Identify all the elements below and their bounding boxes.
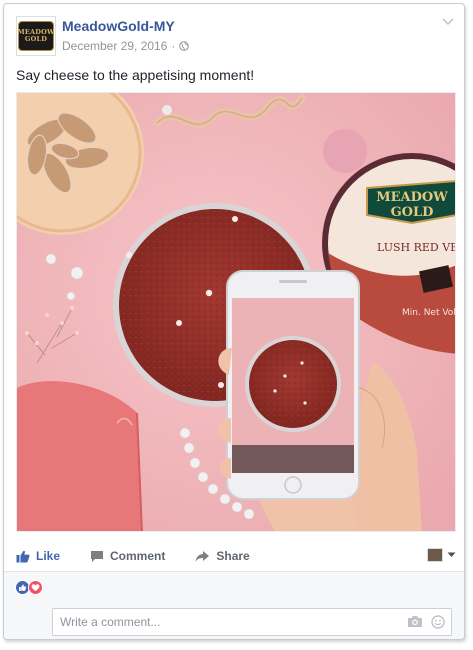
- caret-down-icon: [447, 552, 456, 557]
- like-icon: [16, 550, 30, 562]
- comment-button[interactable]: Comment: [90, 549, 165, 563]
- share-icon: [195, 550, 210, 562]
- emoji-icon[interactable]: [431, 615, 445, 634]
- camera-icon[interactable]: [407, 615, 423, 634]
- comment-input[interactable]: [53, 610, 383, 634]
- comment-label: Comment: [110, 549, 166, 563]
- logo-line-2: GOLD: [24, 35, 48, 43]
- post-photo[interactable]: MEADOW GOLD LUSH RED VE Min. Net Volu: [16, 92, 456, 532]
- love-reaction-icon[interactable]: [28, 580, 43, 595]
- tub-flavor: LUSH RED VE: [377, 241, 456, 254]
- page-avatar[interactable]: MEADOW GOLD: [16, 16, 56, 56]
- post-card: MEADOW GOLD MeadowGold-MY December 29, 2…: [3, 3, 465, 640]
- share-button[interactable]: Share: [195, 549, 250, 563]
- chevron-down-icon[interactable]: [442, 18, 454, 26]
- comment-icon: [91, 550, 104, 562]
- comment-tools: [399, 615, 445, 634]
- reactions-comment-area: [4, 572, 464, 639]
- meadowgold-logo: MEADOW GOLD: [18, 21, 54, 51]
- post-meta: December 29, 2016 ·: [62, 39, 190, 53]
- post-date[interactable]: December 29, 2016: [62, 39, 167, 53]
- comment-box[interactable]: [52, 608, 452, 636]
- avatar: [427, 548, 443, 562]
- globe-icon: [179, 41, 190, 51]
- tub-brand-1: MEADOW: [376, 190, 448, 205]
- like-label: Like: [36, 549, 61, 563]
- tub-brand-2: GOLD: [391, 205, 434, 220]
- like-button[interactable]: Like: [16, 549, 60, 563]
- post-text: Say cheese to the appetising moment!: [16, 67, 255, 83]
- post-as-selector[interactable]: [427, 548, 456, 562]
- share-label: Share: [216, 549, 250, 563]
- meta-separator: ·: [171, 39, 176, 53]
- page-name-link[interactable]: MeadowGold-MY: [62, 18, 175, 34]
- action-bar: Like Comment Share: [16, 542, 456, 570]
- photo-illustration: MEADOW GOLD LUSH RED VE Min. Net Volu: [17, 93, 456, 531]
- tub-weight: Min. Net Volu: [402, 308, 456, 318]
